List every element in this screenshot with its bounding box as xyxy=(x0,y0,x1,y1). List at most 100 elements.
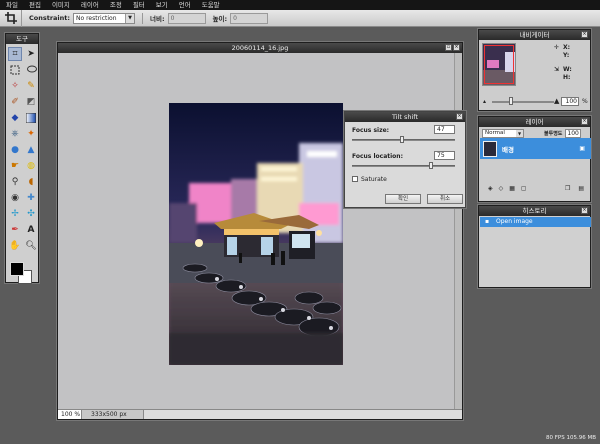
fps-memory-readout: 80 FPS 105.96 MB xyxy=(546,435,596,441)
crop-tool-icon[interactable]: ⌗ xyxy=(8,47,22,61)
maximize-icon[interactable]: ▫ xyxy=(445,44,452,51)
crosshair-icon: ✛ xyxy=(554,44,560,51)
zoom-slider-handle[interactable] xyxy=(509,97,513,105)
zoom-out-icon[interactable]: ▴ xyxy=(483,98,486,105)
spot-heal-tool-icon[interactable]: ✚ xyxy=(24,191,38,205)
history-title: 히스토리 xyxy=(522,207,547,215)
history-item[interactable]: ▪ Open image xyxy=(480,217,591,227)
close-icon[interactable]: × xyxy=(453,44,460,51)
blur-tool-icon[interactable]: ● xyxy=(8,143,22,157)
color-replace-icon[interactable]: ✦ xyxy=(24,127,38,141)
x-label: X: xyxy=(563,44,571,51)
zoom-in-icon[interactable]: ▲ xyxy=(554,97,559,105)
document-title: 20060114_16.jpg xyxy=(231,44,289,52)
menu-image[interactable]: 이미지 xyxy=(52,0,70,10)
layer-name: 배경 xyxy=(502,145,514,154)
constraint-select[interactable]: No restriction ▼ xyxy=(73,12,135,24)
zoom-slider[interactable] xyxy=(492,101,554,103)
burn-tool-icon[interactable]: ◖ xyxy=(24,175,38,189)
pinch-tool-icon[interactable]: ✣ xyxy=(24,207,38,221)
focus-size-input[interactable]: 47 xyxy=(434,125,455,134)
focus-size-slider[interactable] xyxy=(352,136,455,143)
lock-icon: ▣ xyxy=(579,145,585,152)
navigator-thumbnail[interactable] xyxy=(482,43,516,86)
foreground-color-swatch[interactable] xyxy=(10,262,24,276)
divider xyxy=(142,12,143,24)
hand-tool-icon[interactable]: ✋ xyxy=(8,239,22,253)
navigator-view-box[interactable] xyxy=(484,45,514,84)
color-picker-icon[interactable]: ✒ xyxy=(8,223,22,237)
zoom-unit: % xyxy=(582,98,588,105)
dodge-tool-icon[interactable]: ⚲ xyxy=(8,175,22,189)
menu-filter[interactable]: 필터 xyxy=(133,0,145,10)
zoom-tool-icon[interactable]: 🔍︎ xyxy=(24,239,38,253)
eraser-tool-icon[interactable]: ◩ xyxy=(24,95,38,109)
vertical-scrollbar[interactable] xyxy=(454,53,462,409)
close-icon[interactable]: × xyxy=(581,31,588,38)
new-layer-icon[interactable]: ❐ xyxy=(565,185,570,192)
blend-mode-select[interactable]: Normal ▼ xyxy=(482,128,524,138)
move-tool-icon[interactable]: ➤ xyxy=(24,47,38,61)
link-layers-icon[interactable]: ◈ xyxy=(488,185,493,192)
bloat-tool-icon[interactable]: ✢ xyxy=(8,207,22,221)
layer-mask-icon[interactable]: ▦ xyxy=(509,185,515,192)
focus-location-label: Focus location: xyxy=(352,153,403,160)
opacity-value[interactable]: 100 xyxy=(565,128,581,138)
close-icon[interactable]: × xyxy=(581,207,588,214)
layer-style-icon[interactable]: ◇ xyxy=(499,185,504,192)
width-label: 너비: xyxy=(150,15,165,23)
tilt-shift-dialog: Tilt shift × Focus size: 47 Focus locati… xyxy=(344,111,466,208)
smudge-tool-icon[interactable]: ☛ xyxy=(8,159,22,173)
ok-button[interactable]: 확인 xyxy=(385,194,421,204)
slider-handle[interactable] xyxy=(429,162,434,169)
color-swatches xyxy=(6,260,38,288)
menu-edit[interactable]: 편집 xyxy=(29,0,41,10)
tool-grid: ⌗ ➤ ✧ ✎ ✐ ◩ ◆ ⎈ ✦ ● ▲ ☛ ◍ ⚲ ◖ ◉ ✚ ✢ ✣ ✒ … xyxy=(6,44,38,256)
slider-handle[interactable] xyxy=(400,136,405,143)
marquee-tool-icon[interactable] xyxy=(8,63,22,77)
magic-wand-icon[interactable]: ✧ xyxy=(8,79,22,93)
cancel-button[interactable]: 취소 xyxy=(427,194,463,204)
layers-panel: 레이어 × Normal ▼ 불투명도 100 배경 ▣ ◈ ◇ ▦ ▢ ❐ ▤ xyxy=(478,116,591,202)
clone-stamp-icon[interactable]: ⎈ xyxy=(8,127,22,141)
zoom-field[interactable]: 100 % xyxy=(58,410,82,419)
layers-title-bar: 레이어 × xyxy=(479,117,590,127)
saturate-checkbox[interactable] xyxy=(352,176,358,182)
red-eye-tool-icon[interactable]: ◉ xyxy=(8,191,22,205)
menu-help[interactable]: 도움말 xyxy=(202,0,220,10)
history-item-label: Open image xyxy=(496,218,533,225)
layer-row[interactable]: 배경 ▣ xyxy=(480,138,591,159)
new-group-icon[interactable]: ▢ xyxy=(521,185,527,192)
document-status-bar: 100 % 333x500 px xyxy=(58,409,462,419)
menu-adjust[interactable]: 조정 xyxy=(110,0,122,10)
document-canvas[interactable] xyxy=(58,53,454,409)
focus-size-row: Focus size: 47 xyxy=(345,122,465,148)
height-input[interactable]: 0 xyxy=(230,12,269,24)
gradient-tool-icon[interactable] xyxy=(24,111,38,125)
tools-panel: 도구 ⌗ ➤ ✧ ✎ ✐ ◩ ◆ ⎈ ✦ ● ▲ ☛ ◍ ⚲ ◖ ◉ ✚ ✢ ✣… xyxy=(5,33,39,284)
menu-language[interactable]: 언어 xyxy=(179,0,191,10)
type-tool-icon[interactable]: A xyxy=(24,223,38,237)
sponge-tool-icon[interactable]: ◍ xyxy=(24,159,38,173)
options-bar: Constraint: No restriction ▼ 너비: 0 높이: 0 xyxy=(0,9,600,27)
menu-layer[interactable]: 레이어 xyxy=(81,0,99,10)
pencil-tool-icon[interactable]: ✎ xyxy=(24,79,38,93)
bucket-tool-icon[interactable]: ◆ xyxy=(8,111,22,125)
sharpen-tool-icon[interactable]: ▲ xyxy=(24,143,38,157)
close-icon[interactable]: × xyxy=(456,113,463,120)
close-icon[interactable]: × xyxy=(581,118,588,125)
delete-layer-icon[interactable]: ▤ xyxy=(578,185,584,192)
size-icon: ⇲ xyxy=(554,66,560,73)
dialog-buttons: 확인 취소 xyxy=(385,194,463,204)
menu-view[interactable]: 보기 xyxy=(156,0,168,10)
focus-location-slider[interactable] xyxy=(352,162,455,169)
width-input[interactable]: 0 xyxy=(167,12,206,24)
zoom-value-input[interactable]: 100 xyxy=(561,97,579,106)
brush-tool-icon[interactable]: ✐ xyxy=(8,95,22,109)
lasso-tool-icon[interactable] xyxy=(24,63,38,77)
navigator-title: 내비게이터 xyxy=(519,31,550,39)
constraint-label: Constraint: xyxy=(29,14,70,22)
menu-file[interactable]: 파일 xyxy=(6,0,18,10)
focus-location-input[interactable]: 75 xyxy=(434,151,455,160)
history-panel: 히스토리 × ▪ Open image xyxy=(478,205,591,288)
